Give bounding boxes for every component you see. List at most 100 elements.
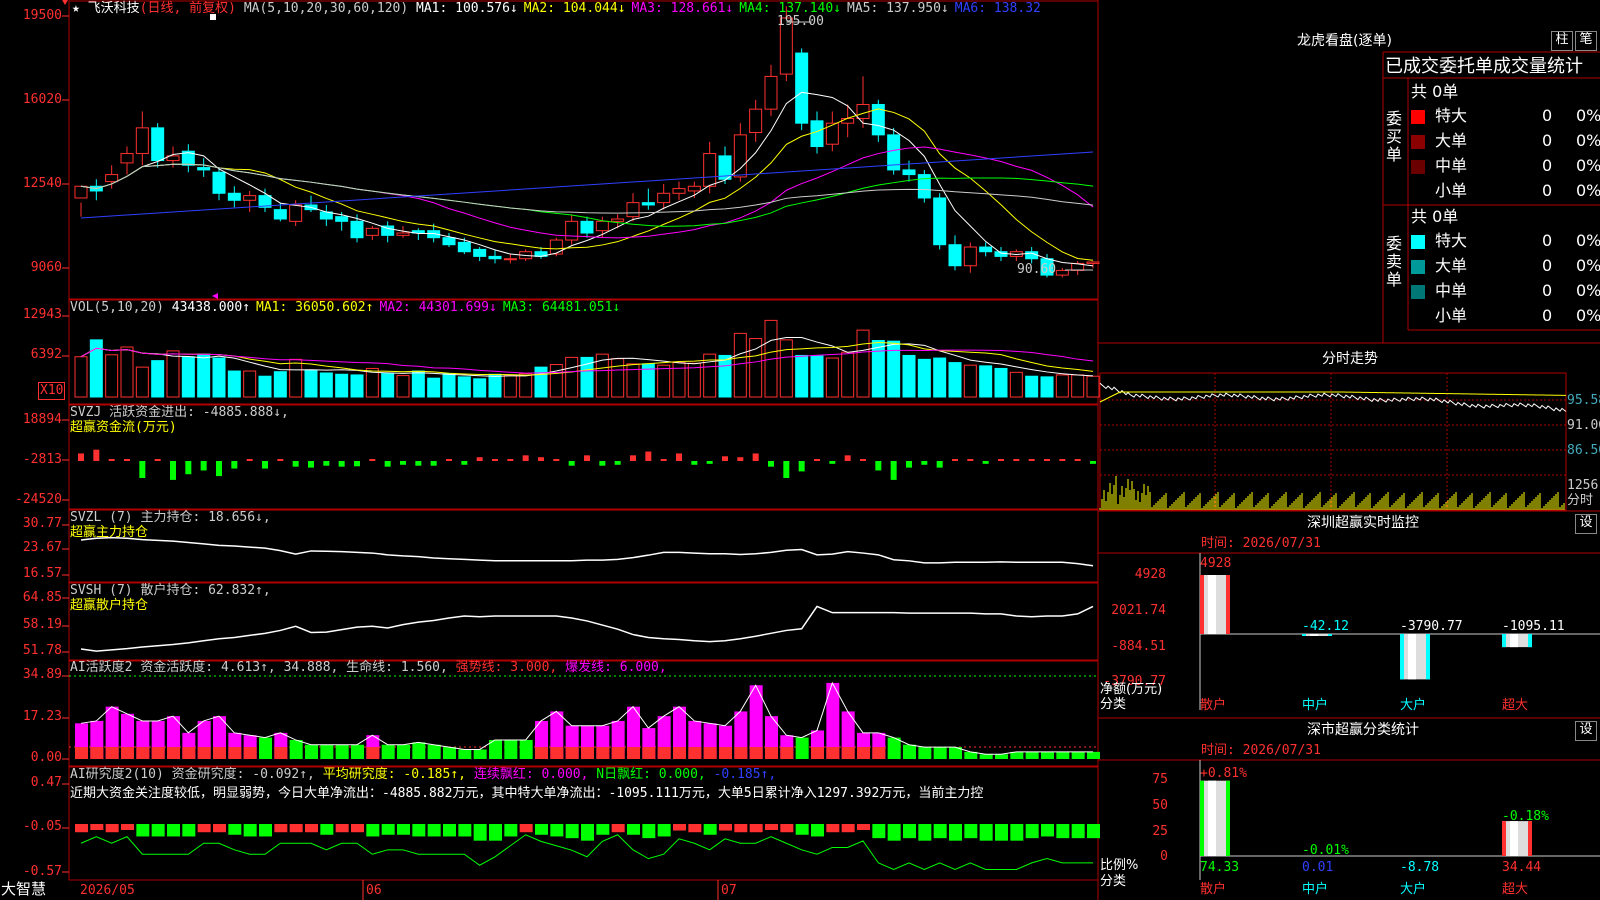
research-bar bbox=[811, 824, 824, 837]
classify-bar-highlight bbox=[1208, 780, 1216, 856]
research-avg: 平均研究度: -0.185↑, bbox=[322, 767, 466, 782]
research-ytick: -0.57 bbox=[22, 864, 62, 879]
intraday-vol-tick: 1256 bbox=[1567, 478, 1599, 493]
candle-body bbox=[902, 169, 916, 176]
classify-category: 超大 bbox=[1502, 882, 1529, 897]
money-flow-bar bbox=[706, 461, 713, 464]
money-flow-bar bbox=[906, 461, 912, 468]
money-flow-bar bbox=[998, 459, 1004, 461]
tick-mode-button[interactable]: 笔 bbox=[1575, 31, 1597, 51]
ai-burst: 爆发线: 6.000, bbox=[565, 660, 667, 675]
research-bar bbox=[1041, 824, 1054, 837]
svsh-ytick: 64.85 bbox=[22, 590, 62, 605]
research-bar bbox=[320, 824, 334, 835]
main-ytick: 19500 bbox=[22, 8, 62, 23]
research-bar bbox=[75, 824, 88, 833]
money-flow-bar bbox=[660, 459, 667, 461]
money-flow-bar bbox=[844, 455, 851, 461]
research-bar bbox=[136, 824, 150, 837]
main-holding-line bbox=[80, 536, 1094, 567]
activity-base bbox=[657, 747, 671, 759]
volume-bar bbox=[105, 354, 119, 398]
volume-bar bbox=[1009, 371, 1023, 398]
candle-body bbox=[963, 246, 977, 267]
classify-change: -0.01% bbox=[1302, 843, 1349, 858]
research-bar bbox=[213, 824, 226, 833]
research-bar bbox=[1056, 824, 1070, 839]
activity-base bbox=[688, 747, 702, 759]
volume-bar bbox=[979, 365, 993, 398]
monitor-bar-highlight bbox=[1208, 575, 1216, 634]
order-count: 0 bbox=[1542, 181, 1553, 200]
chart-canvas[interactable] bbox=[0, 0, 1600, 900]
dragon-title: 龙虎看盘(逐单) bbox=[1297, 33, 1392, 49]
research-bar bbox=[673, 824, 686, 831]
monitor-unit: 净额(万元) bbox=[1100, 682, 1163, 697]
order-color-swatch bbox=[1411, 285, 1425, 299]
classify-settings-button[interactable]: 设 bbox=[1575, 721, 1597, 741]
order-size-name: 大单 bbox=[1435, 131, 1468, 150]
candle-body bbox=[273, 209, 287, 220]
money-flow-bar bbox=[415, 461, 422, 466]
money-flow-bar bbox=[936, 461, 943, 468]
order-pct: 0% bbox=[1576, 156, 1600, 175]
volume-bar bbox=[856, 329, 870, 398]
classify-ytick: 25 bbox=[1152, 824, 1168, 839]
order-pct: 0% bbox=[1576, 131, 1600, 150]
monitor-value: -42.12 bbox=[1302, 619, 1349, 634]
activity-base bbox=[182, 747, 196, 759]
star-icon[interactable]: ★ bbox=[72, 1, 80, 16]
research-bar bbox=[979, 824, 993, 841]
candle-body bbox=[703, 153, 717, 187]
money-flow-bar bbox=[1044, 459, 1050, 461]
activity-base bbox=[841, 747, 855, 759]
volume-bar bbox=[457, 376, 471, 398]
activity-base bbox=[581, 747, 594, 759]
money-flow-bar bbox=[461, 461, 468, 465]
activity-base bbox=[734, 747, 748, 759]
research-header: AI研究度2(10) 资金研究度: -0.092↑, 平均研究度: -0.185… bbox=[70, 767, 776, 783]
money-flow-bar bbox=[292, 461, 299, 467]
money-flow-bar bbox=[982, 461, 989, 464]
volume-bar bbox=[887, 340, 901, 398]
ma-values: MA1: 100.576↓ MA2: 104.044↓ MA3: 128.661↓ M… bbox=[416, 1, 1047, 16]
money-flow-bar bbox=[446, 459, 452, 461]
candle-body bbox=[151, 127, 165, 162]
money-flow-bar bbox=[338, 461, 345, 467]
monitor-settings-button[interactable]: 设 bbox=[1575, 514, 1597, 534]
activity-base bbox=[535, 747, 548, 759]
order-color-swatch bbox=[1411, 260, 1425, 274]
corner-marker bbox=[62, 0, 68, 5]
activity-base bbox=[228, 747, 242, 759]
monitor-bar-edge bbox=[1200, 575, 1204, 634]
svsh-ytick: 51.78 bbox=[22, 643, 62, 658]
activity-base bbox=[765, 747, 778, 759]
candle-body bbox=[611, 218, 625, 222]
money-flow-bar bbox=[384, 461, 391, 467]
order-size-name: 特大 bbox=[1435, 106, 1468, 125]
research-bar bbox=[1025, 824, 1039, 839]
candle-body bbox=[795, 52, 809, 124]
volume-bar bbox=[1055, 374, 1069, 398]
volume-bar bbox=[381, 373, 395, 398]
research-bar bbox=[949, 824, 962, 841]
money-flow-bar bbox=[645, 451, 652, 461]
volume-bar bbox=[335, 373, 349, 398]
volume-bar bbox=[503, 375, 517, 398]
order-count: 0 bbox=[1542, 231, 1553, 250]
svsh-sublabel: 超赢散户持仓 bbox=[70, 598, 149, 613]
period-label[interactable]: (日线, 前复权) bbox=[140, 1, 236, 16]
candle-body bbox=[396, 232, 410, 236]
activity-base bbox=[642, 747, 656, 759]
vol-unit[interactable]: X10 bbox=[38, 382, 66, 400]
research-bar bbox=[780, 824, 794, 833]
research-bar bbox=[887, 824, 901, 841]
activity-base bbox=[611, 747, 625, 759]
monitor-bar-edge bbox=[1226, 575, 1230, 634]
brand-logo[interactable]: 大智慧 bbox=[1, 881, 46, 897]
candle-body bbox=[841, 117, 855, 124]
research-bar bbox=[504, 824, 518, 837]
activity-bar bbox=[519, 739, 533, 759]
classify-bar-edge bbox=[1200, 780, 1204, 856]
bar-mode-button[interactable]: 柱 bbox=[1551, 31, 1573, 51]
